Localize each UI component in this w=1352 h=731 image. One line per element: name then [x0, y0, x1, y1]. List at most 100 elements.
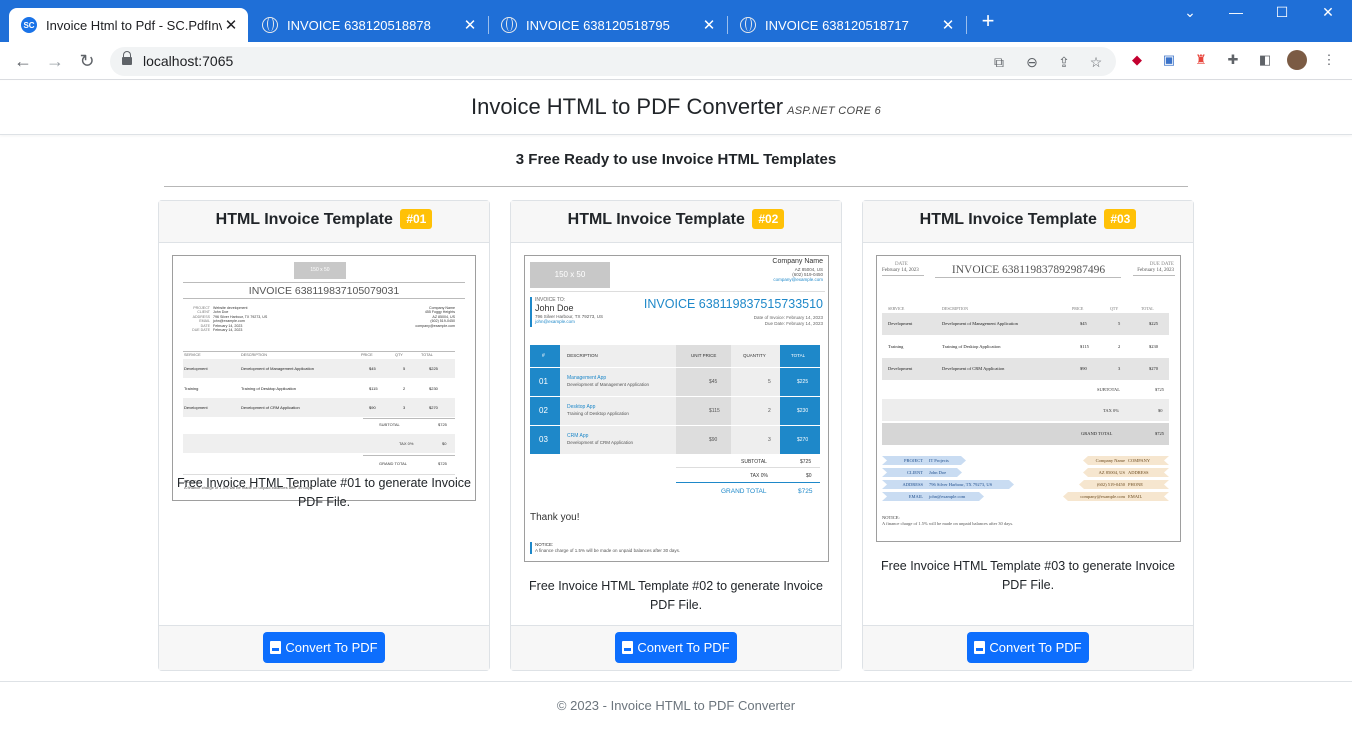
rule [183, 282, 465, 283]
table-cell: Development of CRM Application [241, 405, 300, 410]
tag-label: PROJECT [903, 458, 923, 463]
bookmark-star-icon[interactable]: ☆ [1087, 53, 1105, 71]
table-cell: $230 [1149, 343, 1158, 349]
subtotal-rule [363, 418, 455, 419]
logo-placeholder: 150 x 50 [294, 262, 346, 279]
template-01-preview[interactable]: 150 x 50 INVOICE 638119837105079031 PROJ… [172, 255, 476, 501]
tag-value: john@example.com [929, 494, 966, 499]
row-shade [183, 359, 455, 378]
share-icon[interactable]: ⇪ [1055, 53, 1073, 71]
table-header: QTY [1110, 306, 1119, 311]
table-cell: 5 [1118, 321, 1121, 326]
row-number: 02 [539, 406, 548, 415]
template-card-03: HTML Invoice Template #03 DATE February … [862, 200, 1194, 671]
new-tab-icon[interactable]: + [977, 10, 999, 33]
tab-invoice-1[interactable]: INVOICE 638120518878 ✕ [250, 8, 487, 42]
grand-total-label: GRAND TOTAL [379, 461, 408, 466]
item-name: CRM App [567, 433, 589, 439]
card-header: HTML Invoice Template #01 [159, 201, 489, 243]
side-panel-icon[interactable]: ◧ [1256, 51, 1274, 69]
convert-to-pdf-button[interactable]: Convert To PDF [263, 632, 385, 663]
client-name: John Doe [535, 303, 574, 313]
brand[interactable]: Invoice HTML to PDF Converter ASP.NET COR… [0, 94, 1352, 120]
button-label: Convert To PDF [989, 640, 1082, 655]
row-shade [882, 313, 1169, 335]
card-description: Free Invoice HTML Template #02 to genera… [529, 579, 823, 612]
globe-icon [501, 17, 517, 33]
url-text[interactable]: localhost:7065 [143, 53, 233, 69]
td-price [676, 397, 731, 425]
tab-separator [966, 16, 967, 34]
lock-icon [122, 51, 132, 67]
address-bar: ← → ↻ localhost:7065 ⧉ ⊖ ⇪ ☆ ◆ ▣ ♜ ✚ ◧ ⋮ [0, 42, 1352, 80]
template-02-preview[interactable]: 150 x 50 Company Name AZ 85004, US (602) 5… [524, 255, 829, 562]
tag-value: (602) 519-0450 [1096, 482, 1125, 487]
tag-value: Company Name [1095, 458, 1125, 463]
table-header: TOTAL [421, 353, 433, 357]
table-header: DESCRIPTION [241, 353, 267, 357]
table-cell: Training [888, 343, 904, 349]
tab-title: INVOICE 638120518878 [287, 17, 431, 33]
table-cell: Training of Desktop Application [942, 343, 1001, 349]
card-description: Free Invoice HTML Template #03 to genera… [881, 559, 1175, 592]
divider [164, 186, 1188, 187]
back-icon[interactable]: ← [12, 50, 34, 72]
table-header: UNIT PRICE [691, 353, 717, 358]
extension-icon[interactable]: ♜ [1192, 51, 1210, 69]
item-price: $115 [709, 408, 720, 414]
table-cell: Development [888, 321, 913, 326]
translate-icon[interactable]: ⧉ [990, 53, 1008, 71]
close-window-icon[interactable]: ✕ [1316, 4, 1340, 26]
omnibox[interactable]: localhost:7065 ⧉ ⊖ ⇪ ☆ [110, 47, 1116, 76]
td-price [676, 368, 731, 396]
convert-to-pdf-button[interactable]: Convert To PDF [967, 632, 1089, 663]
accent-bar [530, 542, 532, 554]
td-qty [731, 368, 780, 396]
template-03-preview[interactable]: DATE February 14, 2023 INVOICE 638119837… [876, 255, 1181, 542]
template-badge: #02 [752, 209, 785, 229]
logo-placeholder: 150 x 50 [530, 262, 610, 288]
close-tab-icon[interactable]: ✕ [461, 16, 479, 34]
puzzle-extensions-icon[interactable]: ✚ [1224, 51, 1242, 69]
maximize-icon[interactable]: ☐ [1270, 4, 1294, 26]
page-content: Invoice HTML to PDF Converter ASP.NET COR… [0, 81, 1352, 731]
tag-label: ADDRESS [1128, 470, 1149, 475]
notice-label: NOTICE: [535, 542, 554, 547]
close-tab-icon[interactable]: ✕ [939, 16, 957, 34]
pdf-file-icon [270, 641, 282, 654]
subtotal-rule [676, 467, 820, 468]
tag-value: company@example.com [1080, 494, 1125, 499]
th-no [530, 345, 560, 367]
rule [1133, 275, 1175, 276]
pdf-file-icon [622, 641, 634, 654]
close-tab-icon[interactable]: ✕ [700, 16, 718, 34]
button-label: Convert To PDF [285, 640, 378, 655]
close-tab-icon[interactable]: ✕ [222, 16, 240, 34]
tab-search-chevron-icon[interactable]: ⌄ [1178, 4, 1202, 26]
tab-invoice-2[interactable]: INVOICE 638120518795 ✕ [489, 8, 726, 42]
tab-active[interactable]: SC Invoice Html to Pdf - SC.PdfInvoi ✕ [9, 8, 248, 42]
company-name: Company Name [772, 258, 823, 265]
forward-icon[interactable]: → [44, 50, 66, 72]
item-desc: Training of Desktop Application [567, 411, 629, 416]
minimize-icon[interactable]: — [1224, 4, 1248, 26]
zoom-icon[interactable]: ⊖ [1023, 53, 1041, 71]
profile-avatar[interactable] [1287, 50, 1307, 70]
reload-icon[interactable]: ↻ [76, 50, 98, 72]
grand-total-label: GRAND TOTAL [721, 488, 767, 495]
tag-label: PHONE [1128, 482, 1144, 487]
subtotal-label: SUBTOTAL [379, 422, 400, 427]
notice-text: A finance charge of 1.5% will be made on… [882, 521, 1014, 526]
angular-extension-icon[interactable]: ◆ [1128, 51, 1146, 69]
td-price [676, 426, 731, 454]
invoice-number: INVOICE 638119837515733510 [643, 297, 823, 311]
table-cell: Development [888, 366, 913, 371]
extension-icon[interactable]: ▣ [1160, 51, 1178, 69]
table-header: PRICE [1072, 306, 1084, 311]
menu-kebab-icon[interactable]: ⋮ [1320, 51, 1338, 69]
tab-invoice-3[interactable]: INVOICE 638120518717 ✕ [728, 8, 965, 42]
subtotal-label: SUBTOTAL [741, 459, 767, 465]
convert-to-pdf-button[interactable]: Convert To PDF [615, 632, 737, 663]
meta-value: Website development [213, 306, 248, 310]
table-cell: $115 [369, 385, 378, 391]
